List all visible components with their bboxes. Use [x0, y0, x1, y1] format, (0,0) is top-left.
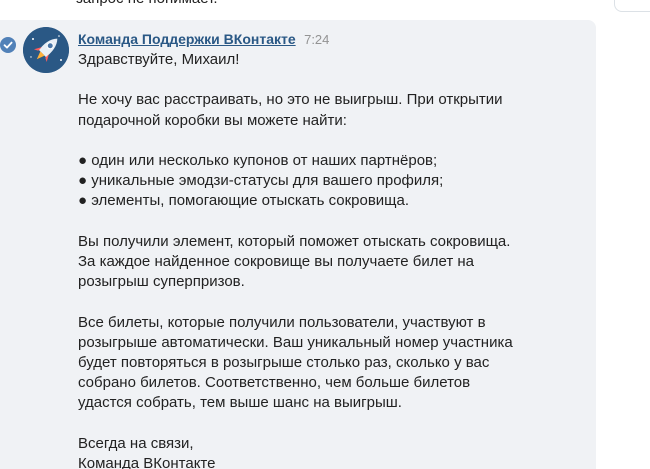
message-line: будет повторяться в розыгрыше столько ра…	[78, 353, 490, 371]
rocket-avatar-icon[interactable]	[23, 27, 69, 73]
message-line: розыгрыш суперпризов.	[78, 273, 245, 291]
message-line: собрано билетов. Соответственно, чем бол…	[78, 374, 471, 392]
message-line: Все билеты, которые получили пользовател…	[78, 313, 486, 331]
message-time[interactable]: 7:24	[304, 32, 329, 47]
message-line: Вы получили элемент, который поможет оты…	[78, 232, 511, 250]
message-line: ● один или несколько купонов от наших па…	[78, 151, 438, 169]
message-line: Всегда на связи,	[78, 434, 194, 452]
message-line: Команда ВКонтакте	[78, 454, 216, 469]
verified-check-icon[interactable]	[0, 37, 16, 53]
message-header: Команда Поддержки ВКонтакте 7:24	[78, 31, 329, 49]
message-line: удастся собрать, тем выше шанс на выигры…	[78, 394, 402, 412]
message-line: Не хочу вас расстраивать, но это не выиг…	[78, 91, 503, 109]
message-line: Здравствуйте, Михаил!	[78, 51, 240, 68]
message-line: подарочной коробки вы можете найти:	[78, 111, 347, 129]
sender-name-link[interactable]: Команда Поддержки ВКонтакте	[78, 31, 296, 47]
side-panel-card	[614, 0, 650, 12]
message-line: розыгрыше автоматически. Ваш уникальный …	[78, 333, 513, 351]
chat-history[interactable]: запрос не понимает.	[0, 0, 596, 469]
message-body: Здравствуйте, Михаил! Не хочу вас расстра…	[78, 50, 558, 469]
previous-message-text: запрос не понимает.	[76, 0, 218, 9]
message-line: ● уникальные эмодзи-статусы для вашего п…	[78, 172, 444, 190]
message-line: За каждое найденное сокровище вы получае…	[78, 252, 474, 270]
right-panel	[596, 0, 650, 469]
page: запрос не понимает.	[0, 0, 650, 469]
message-line: ● элементы, помогающие отыскать сокровищ…	[78, 192, 410, 210]
